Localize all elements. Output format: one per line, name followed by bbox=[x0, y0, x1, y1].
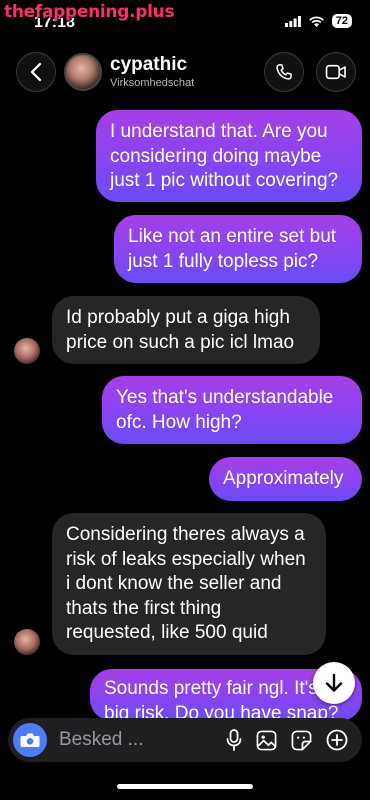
image-icon[interactable] bbox=[256, 730, 277, 751]
microphone-icon[interactable] bbox=[226, 729, 242, 751]
message-outgoing[interactable]: I understand that. Are you considering d… bbox=[96, 110, 362, 202]
message-composer: Besked ... bbox=[8, 718, 362, 762]
sender-avatar bbox=[14, 629, 40, 655]
phone-icon bbox=[276, 64, 292, 80]
call-button[interactable] bbox=[264, 52, 304, 92]
message-input[interactable]: Besked ... bbox=[59, 729, 199, 751]
contact-subtitle: Virksomhedschat bbox=[110, 77, 195, 89]
message-incoming[interactable]: Considering theres always a risk of leak… bbox=[52, 513, 326, 655]
plus-circle-icon[interactable] bbox=[326, 729, 348, 751]
scroll-to-bottom-button[interactable] bbox=[313, 662, 355, 704]
sender-avatar bbox=[14, 338, 40, 364]
message-incoming[interactable]: Id probably put a giga high price on suc… bbox=[52, 296, 320, 364]
chevron-left-icon bbox=[30, 63, 42, 81]
signal-icon bbox=[284, 15, 301, 27]
battery-indicator: 72 bbox=[331, 14, 352, 28]
status-icons: 72 bbox=[284, 14, 352, 28]
arrow-down-icon bbox=[325, 673, 343, 692]
contact-name: cypathic bbox=[110, 54, 188, 75]
camera-icon bbox=[20, 733, 40, 747]
message-outgoing[interactable]: Yes that's understandable ofc. How high? bbox=[102, 376, 362, 444]
camera-button[interactable] bbox=[13, 723, 47, 757]
chat-header: cypathic Virksomhedschat bbox=[0, 48, 370, 98]
back-button[interactable] bbox=[16, 52, 56, 92]
contact-avatar bbox=[64, 53, 102, 91]
wifi-icon bbox=[308, 16, 324, 27]
video-call-button[interactable] bbox=[316, 52, 356, 92]
message-outgoing[interactable]: Approximately bbox=[209, 457, 362, 501]
sticker-icon[interactable] bbox=[291, 730, 312, 751]
home-indicator bbox=[117, 784, 253, 789]
video-camera-icon bbox=[325, 64, 346, 80]
message-outgoing[interactable]: Like not an entire set but just 1 fully … bbox=[114, 215, 362, 283]
contact-info[interactable]: cypathic Virksomhedschat bbox=[58, 50, 248, 94]
watermark: thefappening.plus bbox=[4, 2, 175, 22]
